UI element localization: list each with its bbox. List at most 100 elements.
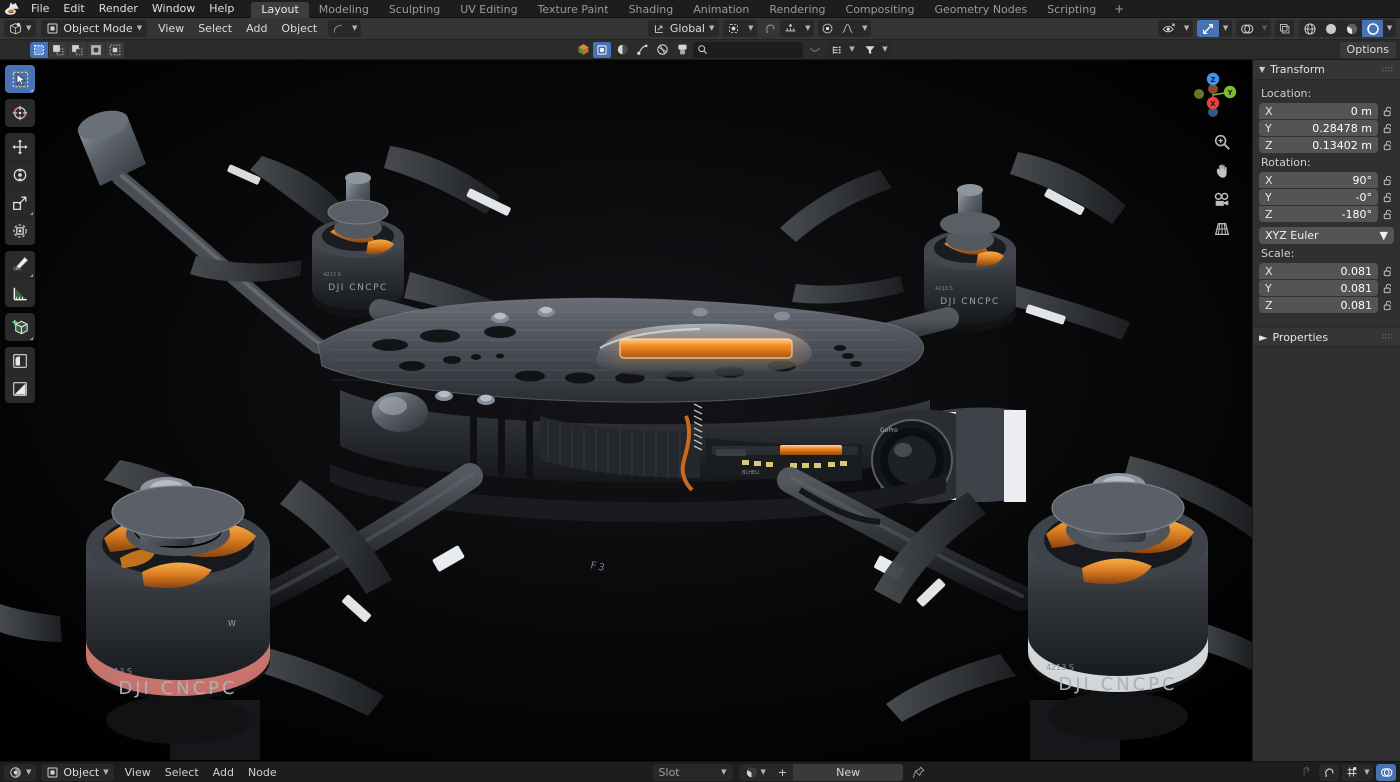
tool-cursor[interactable]	[5, 99, 35, 127]
unlocked-padlock-icon[interactable]	[1382, 173, 1394, 187]
tool-to-sphere[interactable]	[5, 375, 35, 403]
restrict-render-icon[interactable]	[653, 42, 671, 58]
restrict-render-toggle-button[interactable]	[593, 42, 611, 58]
material-browse-button[interactable]: ▼	[739, 764, 772, 781]
workspace-tab-layout[interactable]: Layout	[251, 2, 308, 18]
interpolation-mode-group[interactable]: ▼	[328, 20, 361, 37]
restrict-paint-icon[interactable]	[673, 42, 691, 58]
unlocked-padlock-icon[interactable]	[1382, 264, 1394, 278]
viewport-menu-select[interactable]: Select	[191, 20, 239, 37]
menu-file[interactable]: File	[24, 0, 56, 18]
workspace-tab-animation[interactable]: Animation	[683, 2, 759, 18]
menu-window[interactable]: Window	[145, 0, 202, 18]
material-add-button[interactable]: +	[772, 764, 793, 781]
transform-panel-header[interactable]: ▼ Transform	[1253, 60, 1400, 80]
pin-icon[interactable]	[909, 764, 927, 781]
viewport-menu-object[interactable]: Object	[274, 20, 324, 37]
move-view-hand-icon[interactable]	[1212, 161, 1232, 181]
workspace-tab-rendering[interactable]: Rendering	[759, 2, 835, 18]
unlocked-padlock-icon[interactable]	[1382, 190, 1394, 204]
tool-add-cube[interactable]	[5, 313, 35, 341]
workspace-tab-compositing[interactable]: Compositing	[836, 2, 925, 18]
zoom-view-icon[interactable]	[1212, 132, 1232, 152]
tool-move[interactable]	[5, 133, 35, 161]
proportional-edit-icon[interactable]	[818, 20, 837, 37]
navigation-gizmo[interactable]: Z Y X	[1186, 68, 1240, 122]
toggle-xray-icon[interactable]	[1275, 20, 1294, 37]
tool-annotate[interactable]	[5, 251, 35, 279]
shading-wireframe-button[interactable]	[1299, 20, 1320, 37]
unlocked-padlock-icon[interactable]	[1382, 138, 1394, 152]
select-invert-button[interactable]	[87, 42, 106, 58]
shader-menu-select[interactable]: Select	[158, 764, 206, 781]
viewport-menu-add[interactable]: Add	[239, 20, 274, 37]
show-overlays-icon[interactable]	[1236, 20, 1258, 37]
scale-z-field[interactable]: Z 0.081	[1259, 297, 1378, 313]
snap-magnet-icon[interactable]	[761, 20, 780, 37]
select-intersect-button[interactable]	[106, 42, 125, 58]
toggle-perspective-icon[interactable]	[1212, 219, 1232, 239]
snap-to-node-icon[interactable]	[1296, 764, 1316, 781]
shading-material-preview-button[interactable]	[1341, 20, 1362, 37]
proportional-falloff-group[interactable]: ▼	[837, 20, 871, 37]
select-extend-button[interactable]	[49, 42, 68, 58]
material-new-button[interactable]: New	[793, 764, 903, 781]
tool-rotate[interactable]	[5, 161, 35, 189]
tool-measure[interactable]	[5, 279, 35, 307]
shader-menu-add[interactable]: Add	[206, 764, 241, 781]
snap-magnet-icon[interactable]	[1319, 764, 1339, 781]
shader-menu-view[interactable]: View	[118, 764, 158, 781]
object-visibility-group[interactable]: ▼	[1158, 20, 1193, 37]
pivot-point-group[interactable]: ▼	[723, 20, 757, 37]
tool-transform[interactable]	[5, 217, 35, 245]
rotation-x-field[interactable]: X 90°	[1259, 172, 1378, 188]
search-input[interactable]	[693, 42, 803, 58]
shader-editor-type-selector[interactable]: ▼	[4, 764, 36, 781]
snap-target-group[interactable]: ▼	[780, 20, 814, 37]
editor-type-selector[interactable]: ▼	[4, 20, 36, 37]
overlays-icon[interactable]	[1376, 764, 1396, 781]
location-x-field[interactable]: X 0 m	[1259, 103, 1378, 119]
show-gizmo-icon[interactable]	[1197, 20, 1219, 37]
workspace-tab-uv-editing[interactable]: UV Editing	[450, 2, 527, 18]
scale-x-field[interactable]: X 0.081	[1259, 263, 1378, 279]
add-workspace-button[interactable]: +	[1106, 0, 1132, 18]
unlocked-padlock-icon[interactable]	[1382, 298, 1394, 312]
tool-tweak-select-box[interactable]	[5, 65, 35, 93]
menu-edit[interactable]: Edit	[56, 0, 91, 18]
workspace-tab-sculpting[interactable]: Sculpting	[379, 2, 450, 18]
filter-group[interactable]: ▼	[860, 42, 891, 58]
restrict-select-icon[interactable]	[633, 42, 651, 58]
rotation-mode-dropdown[interactable]: XYZ Euler ▼	[1259, 227, 1394, 244]
options-button[interactable]: Options	[1340, 42, 1396, 58]
unlocked-padlock-icon[interactable]	[1382, 207, 1394, 221]
transform-orientation-dropdown[interactable]: Global ▼	[648, 20, 719, 37]
viewport-menu-view[interactable]: View	[151, 20, 191, 37]
camera-view-icon[interactable]	[1212, 190, 1232, 210]
blender-logo-icon[interactable]	[0, 0, 24, 18]
tool-scale[interactable]	[5, 189, 35, 217]
workspace-tab-modeling[interactable]: Modeling	[309, 2, 379, 18]
shading-solid-button[interactable]	[1320, 20, 1341, 37]
menu-help[interactable]: Help	[202, 0, 241, 18]
location-y-field[interactable]: Y 0.28478 m	[1259, 120, 1378, 136]
search-history-chevron-icon[interactable]	[805, 42, 825, 58]
workspace-tab-texture-paint[interactable]: Texture Paint	[528, 2, 619, 18]
select-box-button[interactable]	[30, 42, 49, 58]
location-z-field[interactable]: Z 0.13402 m	[1259, 137, 1378, 153]
show-overlays-group[interactable]: ▼	[1236, 20, 1271, 37]
show-gizmo-group[interactable]: ▼	[1197, 20, 1232, 37]
menu-render[interactable]: Render	[92, 0, 145, 18]
unlocked-padlock-icon[interactable]	[1382, 281, 1394, 295]
unlocked-padlock-icon[interactable]	[1382, 121, 1394, 135]
properties-panel-header[interactable]: ► Properties	[1253, 327, 1400, 347]
rotation-z-field[interactable]: Z -180°	[1259, 206, 1378, 222]
workspace-tab-scripting[interactable]: Scripting	[1037, 2, 1106, 18]
workspace-tab-shading[interactable]: Shading	[619, 2, 684, 18]
scene-collection-icon[interactable]	[575, 42, 591, 58]
object-mode-selector[interactable]: Object Mode ▼	[41, 20, 147, 37]
workspace-tab-geometry-nodes[interactable]: Geometry Nodes	[924, 2, 1037, 18]
outliner-sort-group[interactable]: ▼	[827, 42, 858, 58]
unlocked-padlock-icon[interactable]	[1382, 104, 1394, 118]
material-slot-dropdown[interactable]: Slot ▼	[653, 764, 733, 781]
